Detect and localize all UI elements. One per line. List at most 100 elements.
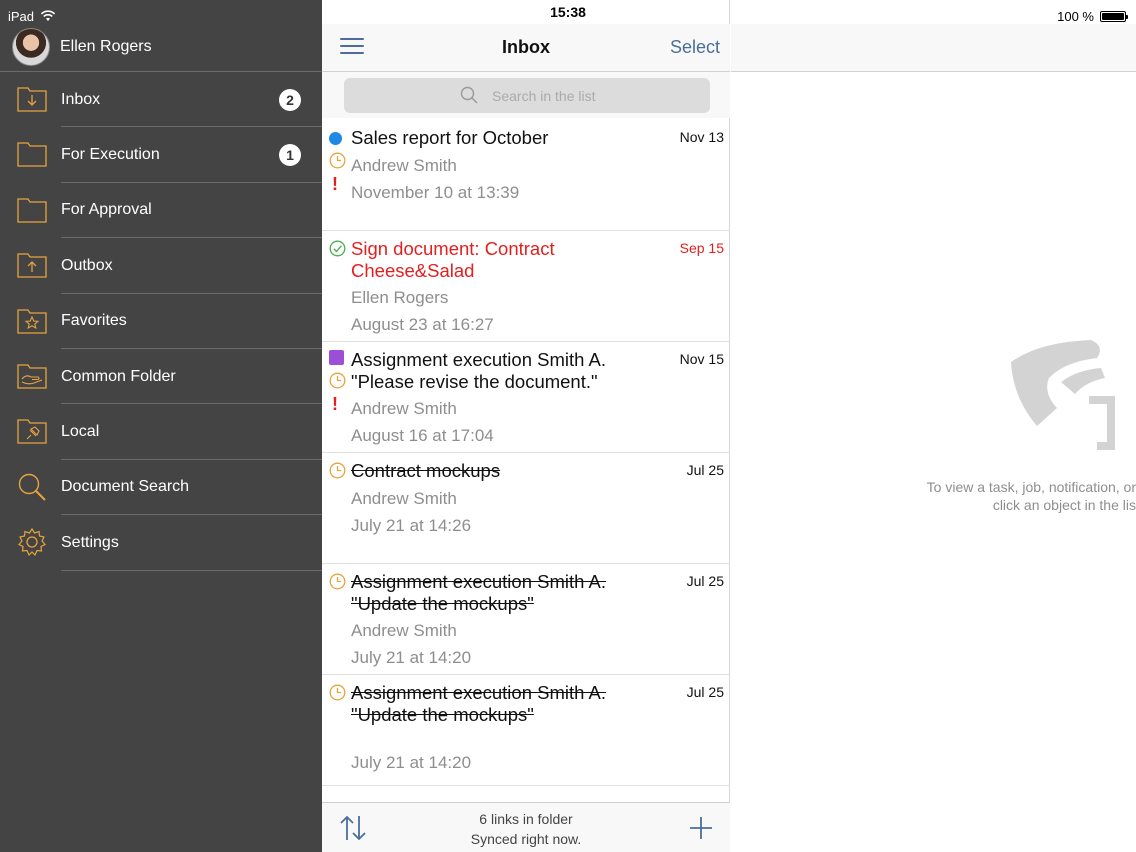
avatar <box>12 27 50 66</box>
sidebar-item-common-folder[interactable]: Common Folder <box>0 349 322 405</box>
detail-nav-bar <box>731 24 1136 72</box>
item-title: Assignment execution Smith A. "Update th… <box>351 571 607 614</box>
folder-status: 6 links in folder Synced right now. <box>322 809 730 849</box>
sidebar-item-settings[interactable]: Settings <box>0 515 322 571</box>
add-icon[interactable] <box>688 815 714 841</box>
app-logo-icon <box>1011 340 1115 450</box>
item-title: Assignment execution Smith A. "Update th… <box>351 682 607 725</box>
user-name: Ellen Rogers <box>60 37 152 55</box>
sidebar-item-label: For Execution <box>61 146 160 164</box>
item-time: November 10 at 13:39 <box>351 183 520 202</box>
list-item[interactable]: Assignment execution Smith A. "Update th… <box>322 564 730 675</box>
item-author: Andrew Smith <box>351 621 457 640</box>
unread-badge: 2 <box>279 88 301 111</box>
item-date: Jul 25 <box>686 684 724 700</box>
folder-icon <box>17 142 47 168</box>
sidebar-nav: Inbox 2 For Execution 1 For Approval Out… <box>0 72 322 571</box>
sidebar-item-label: Outbox <box>61 256 113 274</box>
sync-status: Synced right now. <box>470 831 582 847</box>
battery-icon <box>1100 10 1128 22</box>
links-count: 6 links in folder <box>479 811 573 827</box>
hint-line-2: click an object in the lis <box>992 497 1136 513</box>
select-button[interactable]: Select <box>670 37 720 58</box>
item-author: Andrew Smith <box>351 489 457 508</box>
pin-folder-icon <box>17 419 47 444</box>
unread-dot-icon <box>329 132 342 145</box>
sidebar-item-label: Common Folder <box>61 367 176 385</box>
sidebar: iPad Ellen Rogers Inbox 2 For Execution … <box>0 0 322 852</box>
important-icon: ! <box>332 394 338 414</box>
page-title: Inbox <box>502 37 550 57</box>
item-date: Jul 25 <box>686 573 724 589</box>
search-icon <box>18 473 46 501</box>
clock-icon <box>329 684 346 701</box>
shared-folder-icon <box>17 364 47 389</box>
user-profile[interactable]: Ellen Rogers <box>0 22 322 72</box>
sidebar-item-favorites[interactable]: Favorites <box>0 294 322 350</box>
unread-badge: 1 <box>279 144 301 167</box>
list-item[interactable]: Sign document: Contract Cheese&Salad Sep… <box>322 231 730 342</box>
clock-icon <box>329 573 346 590</box>
search-box[interactable] <box>344 78 710 113</box>
sidebar-item-for-execution[interactable]: For Execution 1 <box>0 127 322 184</box>
item-time: July 21 at 14:20 <box>351 648 472 667</box>
search-input[interactable] <box>492 78 692 113</box>
app-window: iPad Ellen Rogers Inbox 2 For Execution … <box>0 0 1136 852</box>
sort-icon[interactable] <box>338 814 368 842</box>
list-item[interactable]: Assignment execution Smith A. "Update th… <box>322 675 730 786</box>
star-folder-icon <box>17 308 47 334</box>
sidebar-item-document-search[interactable]: Document Search <box>0 460 322 516</box>
device-label: iPad <box>8 8 35 24</box>
important-icon: ! <box>332 174 338 194</box>
assignment-icon <box>329 350 344 365</box>
item-title: Contract mockups <box>351 460 501 481</box>
list-item[interactable]: ! Assignment execution Smith A. "Please … <box>322 342 730 453</box>
item-time: August 16 at 17:04 <box>351 426 494 445</box>
search-icon <box>460 86 478 104</box>
task-list: ! Sales report for October Nov 13 Andrew… <box>322 120 730 786</box>
status-bar-right: 100 % <box>1057 4 1128 28</box>
sidebar-item-label: Favorites <box>61 312 127 330</box>
clock-icon <box>329 462 346 479</box>
sidebar-item-outbox[interactable]: Outbox <box>0 238 322 294</box>
list-toolbar: 6 links in folder Synced right now. <box>322 802 730 852</box>
sidebar-item-label: Local <box>61 423 100 441</box>
menu-icon[interactable] <box>340 38 364 56</box>
item-date: Jul 25 <box>686 462 724 478</box>
item-time: July 21 at 14:26 <box>351 516 472 535</box>
inbox-folder-icon <box>17 87 47 112</box>
check-circle-icon <box>329 240 346 257</box>
detail-pane: 100 % To view a task, job, notification,… <box>731 0 1136 852</box>
list-nav-bar: Inbox Select <box>322 24 730 72</box>
item-title: Sign document: Contract Cheese&Salad <box>351 238 555 281</box>
hint-line-1: To view a task, job, notification, or <box>926 479 1136 495</box>
empty-state-hint: To view a task, job, notification, or cl… <box>876 478 1136 514</box>
item-title: Sales report for October <box>351 127 549 148</box>
sidebar-item-inbox[interactable]: Inbox 2 <box>0 72 322 128</box>
clock-icon <box>329 152 346 169</box>
item-date: Nov 13 <box>679 129 724 145</box>
item-date: Nov 15 <box>679 351 724 367</box>
sidebar-item-label: Inbox <box>61 90 101 108</box>
list-pane: 15:38 Inbox Select ! Sales report for Oc… <box>322 0 730 852</box>
list-item[interactable]: ! Sales report for October Nov 13 Andrew… <box>322 120 730 231</box>
item-title: Assignment execution Smith A. "Please re… <box>351 349 607 392</box>
wifi-icon <box>40 10 56 21</box>
item-time: August 23 at 16:27 <box>351 315 494 334</box>
item-date: Sep 15 <box>679 240 724 256</box>
sidebar-item-label: Document Search <box>61 478 190 496</box>
item-author: Ellen Rogers <box>351 288 449 307</box>
sidebar-item-label: For Approval <box>61 201 152 219</box>
clock-icon <box>329 372 346 389</box>
outbox-folder-icon <box>17 253 47 278</box>
list-item[interactable]: Contract mockups Jul 25 Andrew Smith Jul… <box>322 453 730 564</box>
search-bar <box>322 72 730 118</box>
item-author: Andrew Smith <box>351 399 457 418</box>
item-author: Andrew Smith <box>351 156 457 175</box>
sidebar-item-label: Settings <box>61 533 119 551</box>
sidebar-item-for-approval[interactable]: For Approval <box>0 183 322 239</box>
gear-icon <box>18 527 46 557</box>
sidebar-item-local[interactable]: Local <box>0 404 322 461</box>
status-bar-left: iPad <box>8 4 56 28</box>
item-time: July 21 at 14:20 <box>351 753 472 772</box>
